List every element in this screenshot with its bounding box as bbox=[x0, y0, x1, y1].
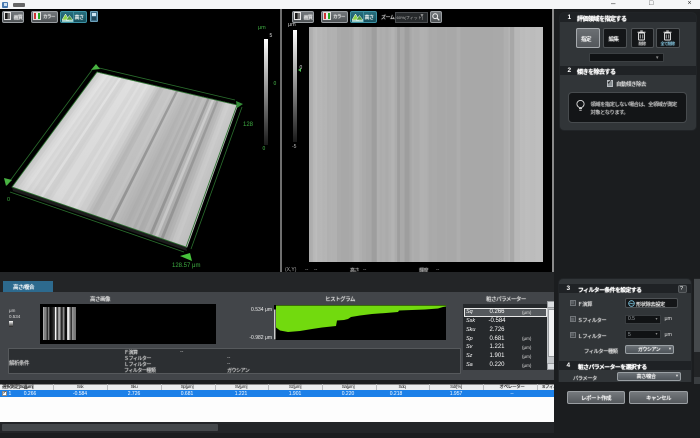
svg-text:0: 0 bbox=[7, 197, 10, 203]
svg-text:128.57 μm: 128.57 μm bbox=[172, 263, 200, 269]
svg-text:128: 128 bbox=[243, 122, 254, 128]
